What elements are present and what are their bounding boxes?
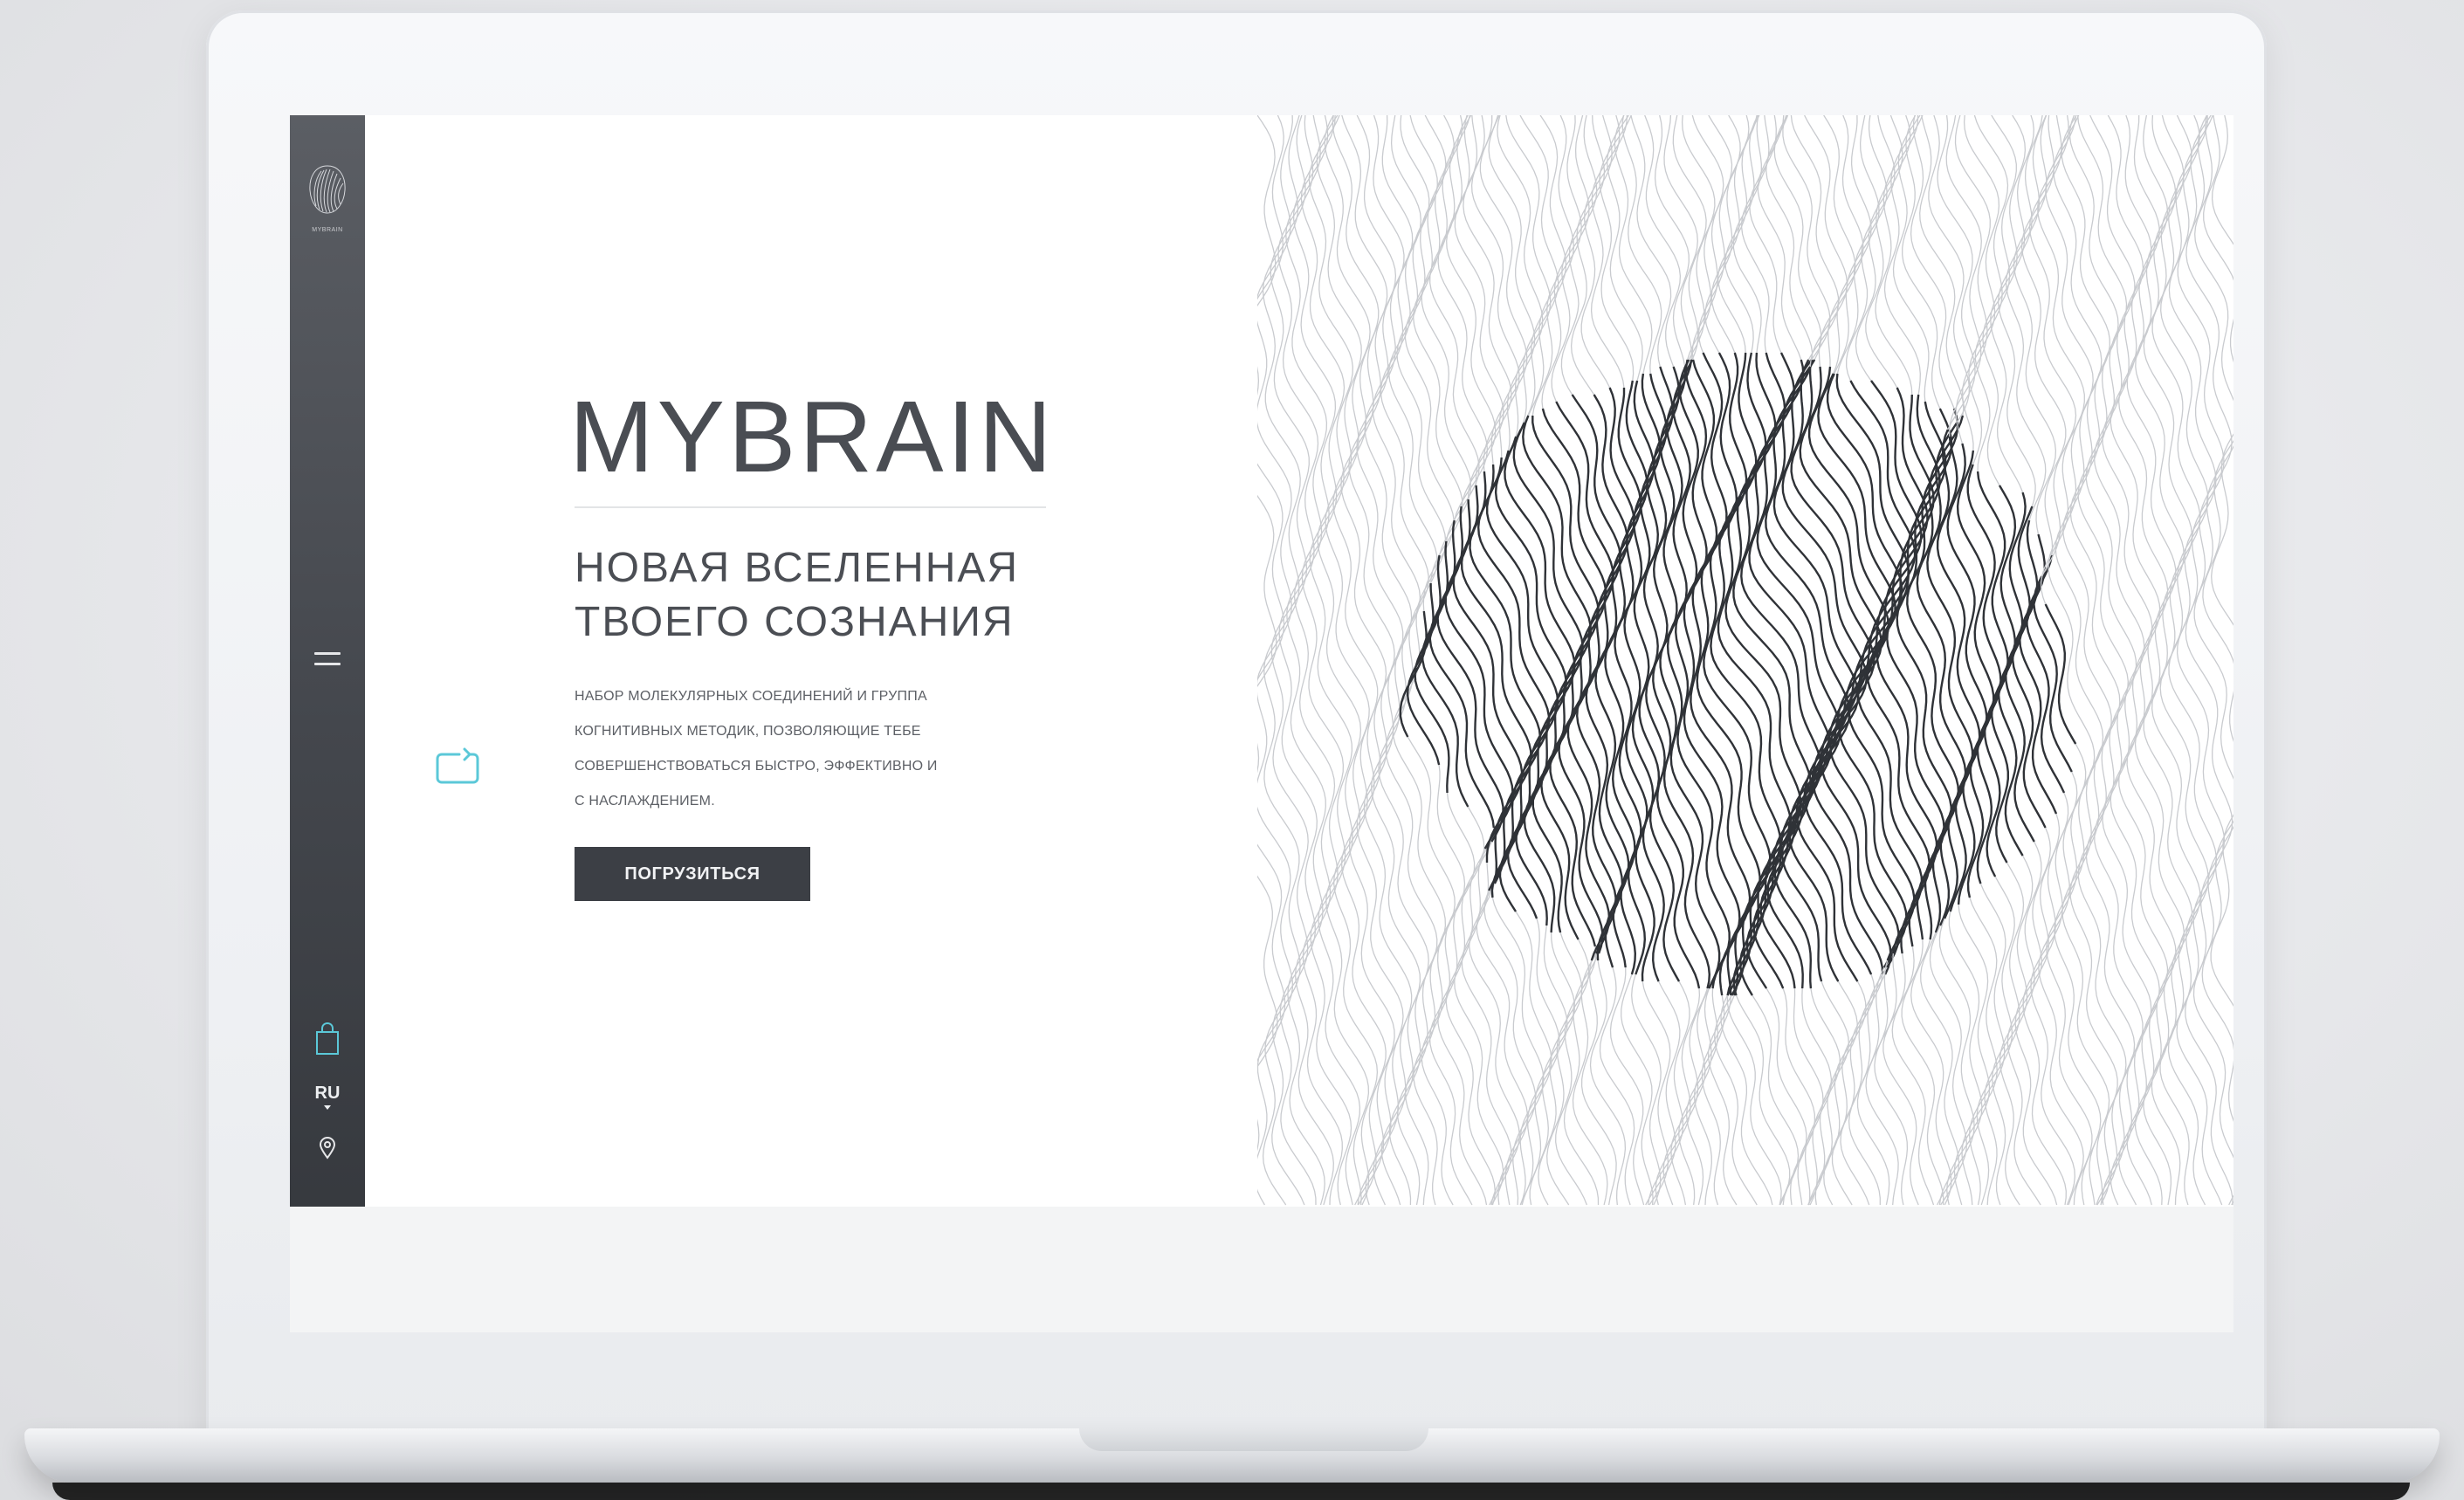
description-line: С НАСЛАЖДЕНИЕМ. xyxy=(575,794,715,808)
description-line: НАБОР МОЛЕКУЛЯРНЫХ СОЕДИНЕНИЙ И ГРУППА xyxy=(575,689,927,704)
wave-line-dark xyxy=(1703,352,1772,996)
hero-tagline: НОВАЯ ВСЕЛЕННАЯ ТВОЕГО СОЗНАНИЯ xyxy=(575,541,1133,650)
wave-line xyxy=(1813,115,1903,1206)
wave-line xyxy=(1739,115,1822,1206)
wave-line xyxy=(1896,115,1958,1206)
chevron-down-icon xyxy=(324,1105,331,1110)
wave-line xyxy=(1614,115,1661,1206)
wave-line-dark xyxy=(1690,352,1752,996)
wave-line xyxy=(1340,115,1388,1206)
wave-line-dark xyxy=(2033,575,2073,773)
wave-line xyxy=(1461,115,1532,1206)
description-line: КОГНИТИВНЫХ МЕТОДИК, ПОЗВОЛЯЮЩИЕ ТЕБЕ xyxy=(575,724,921,739)
wave-line xyxy=(1886,115,1952,1206)
wave-line xyxy=(1917,115,1971,1206)
laptop-mockup-scene: MYBRAIN RU MYBRAIN НОВАЯ ВСЕЛЕННАЯ ТВОЕГ… xyxy=(0,0,2464,1500)
wave-line xyxy=(2176,115,2226,1206)
wave-line-dark xyxy=(1966,464,2002,884)
wave-lines-artwork xyxy=(1257,115,2233,1207)
fingerprint-logo-icon[interactable] xyxy=(306,162,349,217)
wave-line xyxy=(1316,115,1362,1206)
wave-line xyxy=(1414,115,1476,1206)
laptop-hinge-notch xyxy=(1079,1428,1428,1451)
brand-title: MYBRAIN xyxy=(569,380,1056,493)
tagline-line-2: ТВОЕГО СОЗНАНИЯ xyxy=(575,599,1015,645)
map-pin-icon xyxy=(319,1137,336,1159)
title-divider xyxy=(575,506,1046,508)
wave-line xyxy=(1270,115,1310,1206)
wave-line xyxy=(2201,115,2233,1206)
sidebar: MYBRAIN RU xyxy=(290,115,365,1332)
wave-line xyxy=(2185,115,2233,1206)
wave-line xyxy=(1594,115,1648,1206)
wave-line-dark xyxy=(1494,436,1567,912)
language-label: RU xyxy=(314,1084,341,1103)
wave-line xyxy=(1630,115,1674,1206)
wave-line xyxy=(2068,115,2121,1206)
wave-line xyxy=(1477,115,1550,1206)
repeat-cycle-icon[interactable] xyxy=(433,747,482,786)
wave-line xyxy=(1675,115,1731,1206)
wave-line xyxy=(2085,115,2137,1206)
tagline-line-1: НОВАЯ ВСЕЛЕННАЯ xyxy=(575,545,1020,591)
wave-line xyxy=(2167,115,2217,1206)
wave-line xyxy=(1421,115,1485,1206)
hero-description: НАБОР МОЛЕКУЛЯРНЫХ СОЕДИНЕНИЙ И ГРУППА К… xyxy=(575,679,1029,819)
wave-line xyxy=(1324,115,1371,1206)
next-section-edge xyxy=(290,1207,2233,1332)
wave-line xyxy=(1332,115,1380,1206)
wave-line xyxy=(2013,115,2061,1206)
laptop-base-shadow xyxy=(52,1483,2410,1500)
cart-button[interactable] xyxy=(290,1020,365,1058)
wave-lines-svg xyxy=(1257,115,2233,1206)
logo-caption: MYBRAIN xyxy=(312,227,343,233)
wave-line xyxy=(2102,115,2153,1206)
location-button[interactable] xyxy=(290,1135,365,1161)
language-switcher[interactable]: RU xyxy=(290,1079,365,1114)
website-screen: MYBRAIN RU MYBRAIN НОВАЯ ВСЕЛЕННАЯ ТВОЕГ… xyxy=(290,115,2233,1332)
wave-line xyxy=(1906,115,1965,1206)
description-line: СОВЕРШЕНСТВОВАТЬСЯ БЫСТРО, ЭФФЕКТИВНО И xyxy=(575,759,938,774)
wave-line-dark xyxy=(2018,533,2058,815)
dive-in-button[interactable]: ПОГРУЗИТЬСЯ xyxy=(575,847,810,901)
wave-line xyxy=(1998,115,2043,1206)
wave-line-dark xyxy=(1946,443,1988,905)
shopping-bag-icon xyxy=(316,1022,339,1055)
wave-line xyxy=(1285,115,1328,1206)
wave-line xyxy=(1262,115,1301,1206)
menu-button[interactable] xyxy=(290,646,365,672)
wave-line xyxy=(1697,115,1761,1206)
wave-line xyxy=(1348,115,1397,1206)
hamburger-icon xyxy=(314,650,341,669)
wave-line xyxy=(2192,115,2233,1159)
